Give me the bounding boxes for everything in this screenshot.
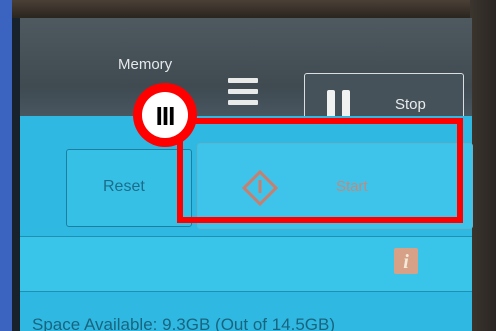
info-row: i: [20, 236, 472, 292]
stop-label: Stop: [395, 96, 426, 113]
pause-icon: [327, 90, 351, 118]
space-available-text: Space Available: 9.3GB (Out of 14.5GB): [32, 315, 336, 331]
screen-bezel-top: [12, 0, 496, 18]
screen-bezel-right: [470, 0, 496, 331]
memory-label[interactable]: Memory: [118, 56, 172, 73]
top-bar: Memory Stop: [20, 18, 472, 136]
reset-label: Reset: [103, 178, 145, 195]
menu-icon[interactable]: [228, 76, 262, 112]
step-badge-inner: III: [142, 92, 188, 138]
start-highlight-box: [177, 118, 463, 223]
info-icon[interactable]: i: [394, 248, 418, 274]
step-badge: III: [133, 83, 197, 147]
step-badge-label: III: [155, 101, 176, 131]
reset-button[interactable]: Reset: [66, 149, 192, 227]
info-glyph: i: [403, 251, 409, 273]
